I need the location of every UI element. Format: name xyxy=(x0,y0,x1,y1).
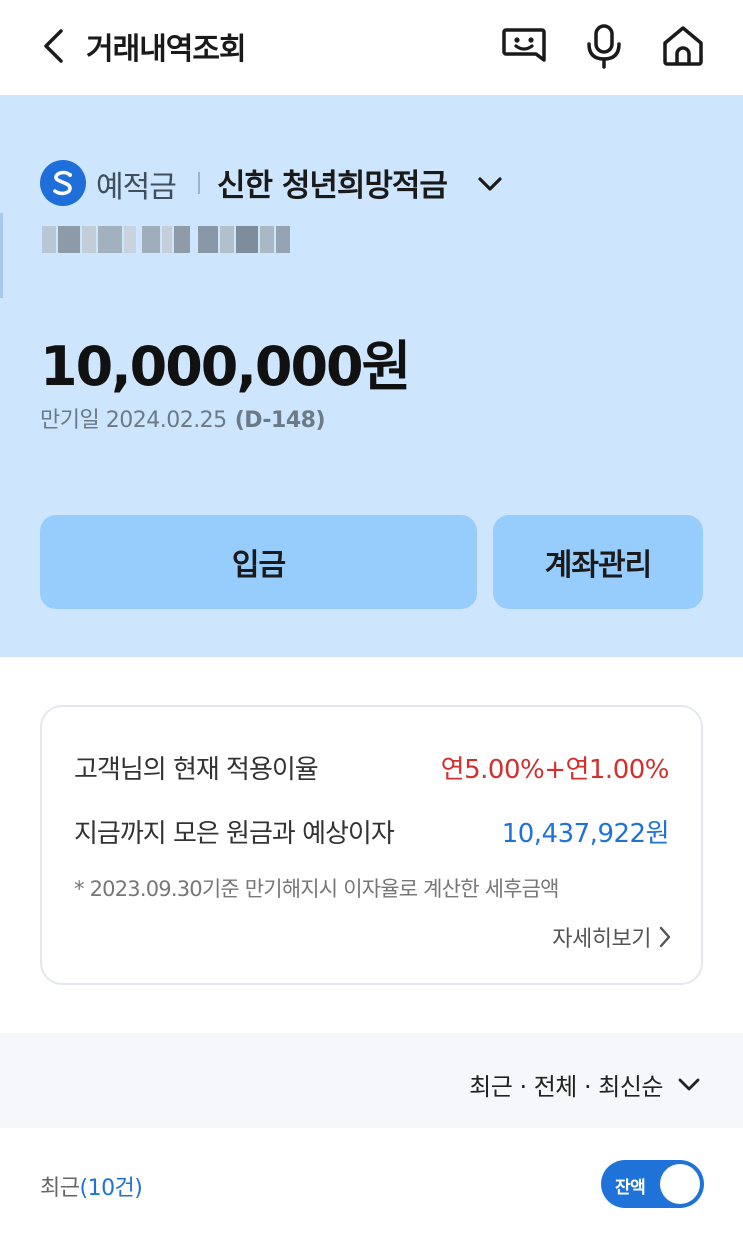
deposit-button[interactable]: 입금 xyxy=(40,515,477,609)
view-details-link[interactable]: 자세히보기 xyxy=(552,921,671,953)
account-name[interactable]: 신한 청년희망적금 xyxy=(217,160,448,205)
mic-icon xyxy=(587,24,621,69)
interest-info-card: 고객님의 현재 적용이율 연5.00%+연1.00% 지금까지 모은 원금과 예… xyxy=(40,705,703,985)
chevron-right-icon xyxy=(659,926,671,948)
home-button[interactable] xyxy=(659,22,707,70)
voice-search-button[interactable] xyxy=(580,22,628,70)
filter-dropdown[interactable]: 최근 · 전체 · 최신순 xyxy=(469,1067,701,1102)
title-separator xyxy=(198,172,200,194)
recent-label: 최근 xyxy=(40,1176,80,1201)
total-label: 지금까지 모은 원금과 예상이자 xyxy=(74,819,395,849)
masked-account-number-part xyxy=(198,226,290,253)
shinhan-logo-icon xyxy=(53,170,72,196)
chatbot-button[interactable] xyxy=(500,22,548,70)
chevron-down-icon xyxy=(678,1078,700,1090)
bank-logo xyxy=(40,160,86,206)
maturity-date-label: 만기일 2024.02.25 xyxy=(40,408,227,433)
top-app-bar: 거래내역조회 xyxy=(0,0,743,95)
back-button[interactable] xyxy=(36,26,70,66)
back-icon xyxy=(44,29,63,63)
recent-transactions-count: 최근(10건) xyxy=(40,1170,143,1202)
account-category: 예적금 xyxy=(96,170,177,205)
masked-account-number-part xyxy=(142,226,190,253)
balance-toggle[interactable]: 잔액 xyxy=(601,1160,704,1208)
chevron-down-icon xyxy=(478,177,502,191)
chatbot-icon xyxy=(502,28,546,62)
filter-bar: 최근 · 전체 · 최신순 xyxy=(0,1033,743,1128)
maturity-date: 만기일 2024.02.25 (D-148) xyxy=(40,402,326,434)
total-value: 10,437,922원 xyxy=(501,819,670,849)
rate-label: 고객님의 현재 적용이율 xyxy=(74,755,319,785)
page-title: 거래내역조회 xyxy=(86,32,247,67)
filter-label: 최근 · 전체 · 최신순 xyxy=(469,1073,663,1101)
home-icon xyxy=(663,26,703,66)
days-remaining: (D-148) xyxy=(234,408,326,433)
toggle-knob xyxy=(660,1164,700,1204)
panel-edge-divider xyxy=(0,213,3,298)
rate-value: 연5.00%+연1.00% xyxy=(440,755,670,785)
balance-toggle-label: 잔액 xyxy=(615,1178,646,1198)
account-manage-button[interactable]: 계좌관리 xyxy=(493,515,703,609)
calculation-note: * 2023.09.30기준 만기해지시 이자율로 계산한 세후금액 xyxy=(74,877,559,901)
view-details-label: 자세히보기 xyxy=(552,927,651,952)
masked-account-number xyxy=(42,226,136,253)
account-balance: 10,000,000원 xyxy=(40,335,411,398)
account-select-button[interactable] xyxy=(474,168,506,200)
recent-count: (10건) xyxy=(79,1176,143,1201)
